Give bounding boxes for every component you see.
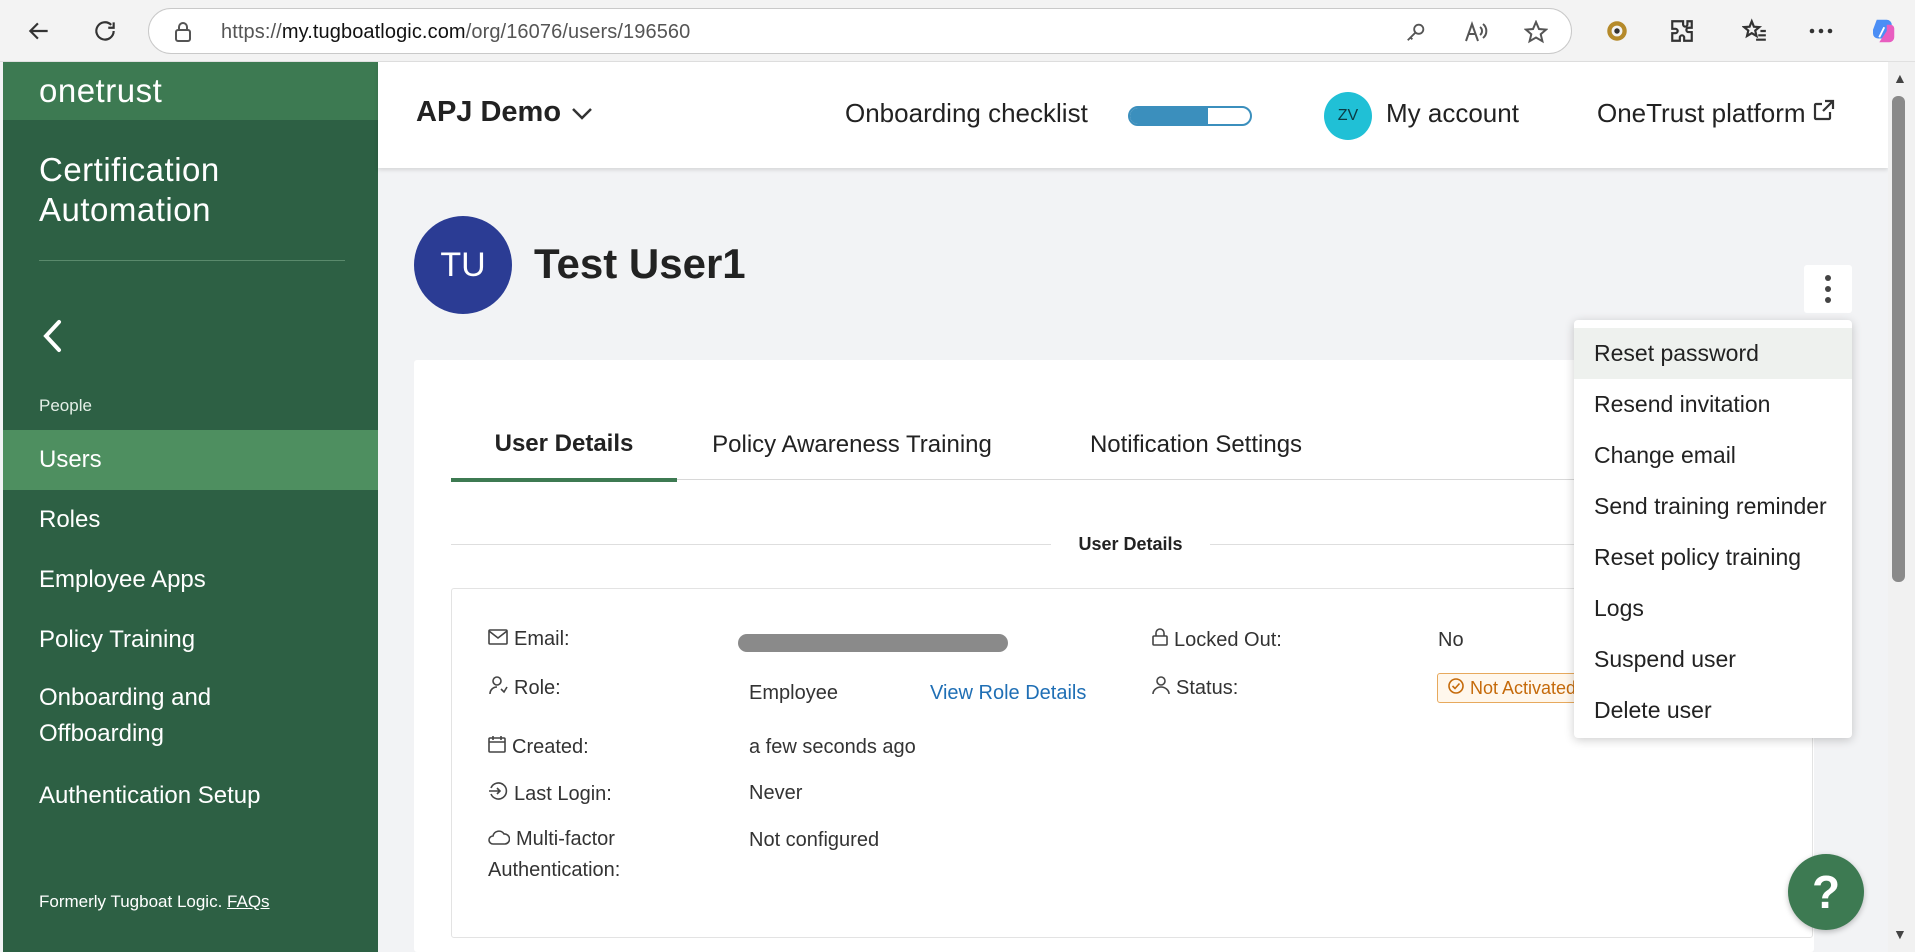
refresh-icon[interactable] bbox=[88, 14, 122, 48]
scrollbar-thumb[interactable] bbox=[1892, 96, 1905, 582]
sidebar-item-roles[interactable]: Roles bbox=[3, 490, 378, 550]
org-selector[interactable]: APJ Demo bbox=[416, 96, 593, 129]
email-label: Email: bbox=[488, 628, 570, 651]
sidebar-item-authentication-setup[interactable]: Authentication Setup bbox=[3, 766, 378, 826]
back-arrow-icon[interactable] bbox=[22, 14, 56, 48]
user-actions-menu-button[interactable] bbox=[1804, 265, 1852, 313]
login-icon bbox=[488, 781, 508, 807]
user-avatar: TU bbox=[414, 216, 512, 314]
help-button[interactable]: ? bbox=[1788, 854, 1864, 930]
menu-item-reset-password[interactable]: Reset password bbox=[1574, 328, 1852, 379]
onboarding-progress-bar[interactable] bbox=[1128, 106, 1252, 126]
product-name: Certification Automation bbox=[39, 151, 220, 228]
address-bar[interactable]: https://my.tugboatlogic.com/org/16076/us… bbox=[148, 8, 1572, 54]
back-chevron-icon[interactable] bbox=[39, 318, 79, 358]
menu-item-delete-user[interactable]: Delete user bbox=[1574, 685, 1852, 736]
locked-out-value: No bbox=[1438, 629, 1464, 651]
account-avatar[interactable]: ZV bbox=[1324, 92, 1372, 140]
tab-policy-awareness-training[interactable]: Policy Awareness Training bbox=[677, 410, 1027, 480]
sidebar-item-employee-apps[interactable]: Employee Apps bbox=[3, 550, 378, 610]
favorites-list-icon[interactable] bbox=[1738, 14, 1772, 48]
scroll-down-icon[interactable]: ▼ bbox=[1893, 926, 1907, 942]
top-header: APJ Demo Onboarding checklist ZV My acco… bbox=[378, 62, 1888, 168]
role-label: Role: bbox=[488, 675, 561, 701]
created-value: a few seconds ago bbox=[749, 736, 916, 758]
section-title: User Details bbox=[1078, 534, 1183, 554]
page-title: Test User1 bbox=[534, 240, 746, 287]
created-label: Created: bbox=[488, 735, 589, 759]
sidebar-section-label: People bbox=[39, 396, 92, 415]
user-actions-menu: Reset password Resend invitation Change … bbox=[1574, 320, 1852, 738]
tab-notification-settings[interactable]: Notification Settings bbox=[1027, 410, 1365, 480]
extensions-puzzle-icon[interactable] bbox=[1665, 14, 1699, 48]
menu-item-logs[interactable]: Logs bbox=[1574, 583, 1852, 634]
email-value-redacted bbox=[738, 634, 1008, 652]
menu-item-change-email[interactable]: Change email bbox=[1574, 430, 1852, 481]
mail-icon bbox=[488, 628, 508, 651]
brand-logo: onetrust bbox=[3, 62, 378, 120]
sidebar-divider bbox=[39, 260, 345, 261]
extension-shield-icon[interactable] bbox=[1600, 14, 1634, 48]
external-link-icon bbox=[1812, 98, 1836, 129]
status-badge: Not Activated bbox=[1437, 673, 1588, 703]
calendar-icon bbox=[488, 735, 506, 759]
sidebar-footer: Formerly Tugboat Logic. FAQs bbox=[39, 892, 270, 911]
onboarding-checklist-link[interactable]: Onboarding checklist bbox=[845, 98, 1088, 129]
onboarding-progress-fill bbox=[1130, 108, 1208, 124]
person-icon bbox=[1152, 675, 1170, 701]
browser-toolbar: https://my.tugboatlogic.com/org/16076/us… bbox=[0, 0, 1915, 62]
status-label: Status: bbox=[1152, 675, 1238, 701]
view-role-details-link[interactable]: View Role Details bbox=[930, 682, 1086, 705]
menu-item-resend-invitation[interactable]: Resend invitation bbox=[1574, 379, 1852, 430]
last-login-label: Last Login: bbox=[488, 781, 612, 807]
last-login-value: Never bbox=[749, 782, 803, 804]
sidebar-item-users[interactable]: Users bbox=[3, 430, 378, 490]
person-role-icon bbox=[488, 675, 508, 701]
my-account-link[interactable]: My account bbox=[1386, 98, 1519, 129]
chevron-down-icon bbox=[571, 96, 593, 129]
sidebar-item-onboarding-offboarding[interactable]: Onboarding and Offboarding bbox=[3, 678, 378, 754]
padlock-icon bbox=[1152, 628, 1168, 652]
mfa-label-line2: Authentication: bbox=[488, 859, 621, 881]
section-divider-left bbox=[451, 544, 1051, 545]
mfa-value: Not configured bbox=[749, 829, 880, 851]
menu-item-reset-policy-training[interactable]: Reset policy training bbox=[1574, 532, 1852, 583]
role-value: Employee bbox=[749, 682, 838, 704]
faqs-link[interactable]: FAQs bbox=[227, 892, 270, 911]
cloud-icon bbox=[488, 828, 511, 851]
url-text: https://my.tugboatlogic.com/org/16076/us… bbox=[221, 21, 691, 43]
sidebar: onetrust Certification Automation People… bbox=[3, 62, 378, 952]
menu-item-send-training-reminder[interactable]: Send training reminder bbox=[1574, 481, 1852, 532]
locked-out-label: Locked Out: bbox=[1152, 628, 1282, 652]
favorite-star-icon[interactable] bbox=[1523, 19, 1549, 45]
sidebar-item-policy-training[interactable]: Policy Training bbox=[3, 610, 378, 670]
key-icon[interactable] bbox=[1403, 19, 1429, 45]
mfa-label: Multi-factor bbox=[488, 828, 615, 851]
more-options-icon[interactable] bbox=[1804, 14, 1838, 48]
menu-item-suspend-user[interactable]: Suspend user bbox=[1574, 634, 1852, 685]
onetrust-platform-link[interactable]: OneTrust platform bbox=[1597, 98, 1836, 129]
copilot-icon[interactable] bbox=[1866, 14, 1900, 48]
check-circle-icon bbox=[1448, 677, 1464, 699]
tab-user-details[interactable]: User Details bbox=[451, 410, 677, 482]
kebab-icon bbox=[1825, 275, 1831, 303]
read-aloud-icon[interactable] bbox=[1463, 19, 1489, 45]
scroll-up-icon[interactable]: ▲ bbox=[1893, 70, 1907, 86]
lock-icon bbox=[173, 21, 193, 48]
